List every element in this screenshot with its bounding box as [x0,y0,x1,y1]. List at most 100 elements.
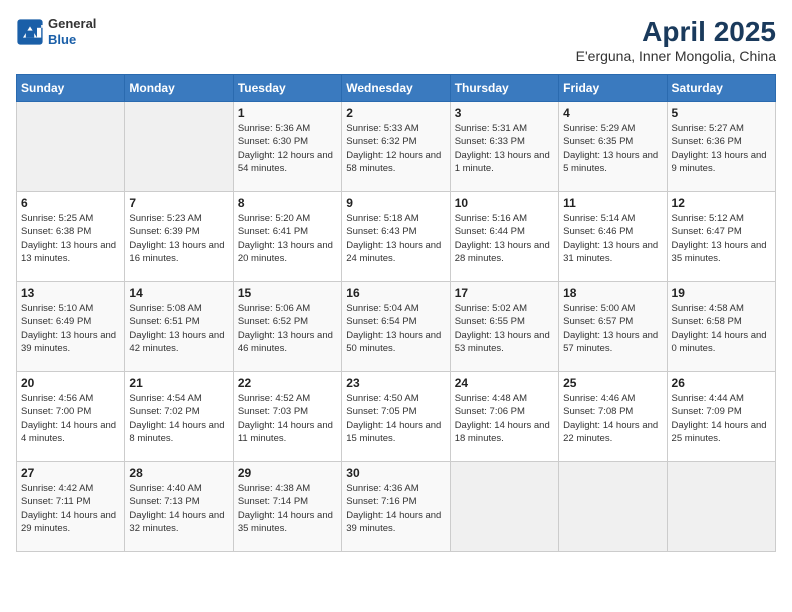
day-number: 25 [563,376,662,390]
calendar-cell: 6 Sunrise: 5:25 AMSunset: 6:38 PMDaylight… [17,192,125,282]
day-number: 13 [21,286,120,300]
weekday-header: Monday [125,75,233,102]
logo: General Blue [16,16,96,47]
day-info: Sunrise: 4:44 AMSunset: 7:09 PMDaylight:… [672,392,771,445]
day-number: 1 [238,106,337,120]
calendar-cell: 28Sunrise: 4:40 AMSunset: 7:13 PMDayligh… [125,462,233,552]
day-number: 15 [238,286,337,300]
calendar-cell: 3 Sunrise: 5:31 AMSunset: 6:33 PMDaylight… [450,102,558,192]
weekday-header: Sunday [17,75,125,102]
day-info: Sunrise: 5:16 AMSunset: 6:44 PMDaylight:… [455,212,554,265]
day-number: 6 [21,196,120,210]
day-info: Sunrise: 5:29 AMSunset: 6:35 PMDaylight:… [563,122,662,175]
day-info: Sunrise: 5:14 AMSunset: 6:46 PMDaylight:… [563,212,662,265]
day-number: 16 [346,286,445,300]
calendar-week-row: 20 Sunrise: 4:56 AMSunset: 7:00 PMDayligh… [17,372,776,462]
calendar-cell: 16 Sunrise: 5:04 AMSunset: 6:54 PMDayligh… [342,282,450,372]
day-number: 2 [346,106,445,120]
day-number: 21 [129,376,228,390]
weekday-header: Wednesday [342,75,450,102]
day-info: Sunrise: 5:18 AMSunset: 6:43 PMDaylight:… [346,212,445,265]
calendar-week-row: 13Sunrise: 5:10 AMSunset: 6:49 PMDayligh… [17,282,776,372]
calendar-cell: 4 Sunrise: 5:29 AMSunset: 6:35 PMDaylight… [559,102,667,192]
calendar-body: 1 Sunrise: 5:36 AMSunset: 6:30 PMDaylight… [17,102,776,552]
day-info: Sunrise: 4:52 AMSunset: 7:03 PMDaylight:… [238,392,337,445]
calendar-cell: 22 Sunrise: 4:52 AMSunset: 7:03 PMDayligh… [233,372,341,462]
day-info: Sunrise: 4:48 AMSunset: 7:06 PMDaylight:… [455,392,554,445]
title-block: April 2025 E'erguna, Inner Mongolia, Chi… [576,16,776,64]
calendar-cell: 12 Sunrise: 5:12 AMSunset: 6:47 PMDayligh… [667,192,775,282]
day-number: 4 [563,106,662,120]
day-number: 26 [672,376,771,390]
day-info: Sunrise: 4:56 AMSunset: 7:00 PMDaylight:… [21,392,120,445]
day-info: Sunrise: 5:20 AMSunset: 6:41 PMDaylight:… [238,212,337,265]
logo-icon [16,18,44,46]
calendar-cell: 25 Sunrise: 4:46 AMSunset: 7:08 PMDayligh… [559,372,667,462]
day-info: Sunrise: 4:36 AMSunset: 7:16 PMDaylight:… [346,482,445,535]
page-title: April 2025 [576,16,776,48]
calendar-cell: 10Sunrise: 5:16 AMSunset: 6:44 PMDayligh… [450,192,558,282]
logo-general-text: General [48,16,96,32]
calendar-header: SundayMondayTuesdayWednesdayThursdayFrid… [17,75,776,102]
day-number: 19 [672,286,771,300]
day-number: 12 [672,196,771,210]
calendar-week-row: 27Sunrise: 4:42 AMSunset: 7:11 PMDayligh… [17,462,776,552]
day-number: 28 [129,466,228,480]
calendar-cell: 19Sunrise: 4:58 AMSunset: 6:58 PMDayligh… [667,282,775,372]
logo-blue-text: Blue [48,32,96,48]
calendar-cell [559,462,667,552]
day-info: Sunrise: 5:23 AMSunset: 6:39 PMDaylight:… [129,212,228,265]
day-info: Sunrise: 5:36 AMSunset: 6:30 PMDaylight:… [238,122,337,175]
calendar-cell: 9 Sunrise: 5:18 AMSunset: 6:43 PMDaylight… [342,192,450,282]
calendar-cell: 26 Sunrise: 4:44 AMSunset: 7:09 PMDayligh… [667,372,775,462]
calendar-week-row: 6 Sunrise: 5:25 AMSunset: 6:38 PMDaylight… [17,192,776,282]
logo-text: General Blue [48,16,96,47]
day-number: 18 [563,286,662,300]
day-info: Sunrise: 5:08 AMSunset: 6:51 PMDaylight:… [129,302,228,355]
day-info: Sunrise: 5:04 AMSunset: 6:54 PMDaylight:… [346,302,445,355]
day-number: 29 [238,466,337,480]
day-number: 30 [346,466,445,480]
day-info: Sunrise: 5:27 AMSunset: 6:36 PMDaylight:… [672,122,771,175]
calendar-cell [125,102,233,192]
calendar-table: SundayMondayTuesdayWednesdayThursdayFrid… [16,74,776,552]
calendar-cell: 5 Sunrise: 5:27 AMSunset: 6:36 PMDaylight… [667,102,775,192]
day-number: 3 [455,106,554,120]
page-subtitle: E'erguna, Inner Mongolia, China [576,48,776,64]
calendar-cell: 8 Sunrise: 5:20 AMSunset: 6:41 PMDaylight… [233,192,341,282]
calendar-week-row: 1 Sunrise: 5:36 AMSunset: 6:30 PMDaylight… [17,102,776,192]
calendar-cell: 20 Sunrise: 4:56 AMSunset: 7:00 PMDayligh… [17,372,125,462]
day-number: 24 [455,376,554,390]
calendar-cell: 15 Sunrise: 5:06 AMSunset: 6:52 PMDayligh… [233,282,341,372]
calendar-cell: 13Sunrise: 5:10 AMSunset: 6:49 PMDayligh… [17,282,125,372]
calendar-cell [450,462,558,552]
day-number: 8 [238,196,337,210]
calendar-cell: 24 Sunrise: 4:48 AMSunset: 7:06 PMDayligh… [450,372,558,462]
calendar-cell: 14Sunrise: 5:08 AMSunset: 6:51 PMDayligh… [125,282,233,372]
day-number: 22 [238,376,337,390]
day-info: Sunrise: 5:12 AMSunset: 6:47 PMDaylight:… [672,212,771,265]
day-info: Sunrise: 5:31 AMSunset: 6:33 PMDaylight:… [455,122,554,175]
calendar-cell: 21Sunrise: 4:54 AMSunset: 7:02 PMDayligh… [125,372,233,462]
day-number: 27 [21,466,120,480]
day-info: Sunrise: 4:38 AMSunset: 7:14 PMDaylight:… [238,482,337,535]
calendar-cell: 11 Sunrise: 5:14 AMSunset: 6:46 PMDayligh… [559,192,667,282]
weekday-header: Thursday [450,75,558,102]
weekday-header: Friday [559,75,667,102]
weekday-header: Tuesday [233,75,341,102]
day-info: Sunrise: 5:06 AMSunset: 6:52 PMDaylight:… [238,302,337,355]
weekday-row: SundayMondayTuesdayWednesdayThursdayFrid… [17,75,776,102]
day-info: Sunrise: 4:46 AMSunset: 7:08 PMDaylight:… [563,392,662,445]
calendar-cell [17,102,125,192]
day-info: Sunrise: 5:25 AMSunset: 6:38 PMDaylight:… [21,212,120,265]
calendar-cell: 27Sunrise: 4:42 AMSunset: 7:11 PMDayligh… [17,462,125,552]
day-info: Sunrise: 4:50 AMSunset: 7:05 PMDaylight:… [346,392,445,445]
calendar-cell: 29 Sunrise: 4:38 AMSunset: 7:14 PMDayligh… [233,462,341,552]
day-number: 5 [672,106,771,120]
calendar-cell [667,462,775,552]
calendar-cell: 1 Sunrise: 5:36 AMSunset: 6:30 PMDaylight… [233,102,341,192]
day-number: 9 [346,196,445,210]
day-info: Sunrise: 5:02 AMSunset: 6:55 PMDaylight:… [455,302,554,355]
day-number: 20 [21,376,120,390]
day-number: 11 [563,196,662,210]
